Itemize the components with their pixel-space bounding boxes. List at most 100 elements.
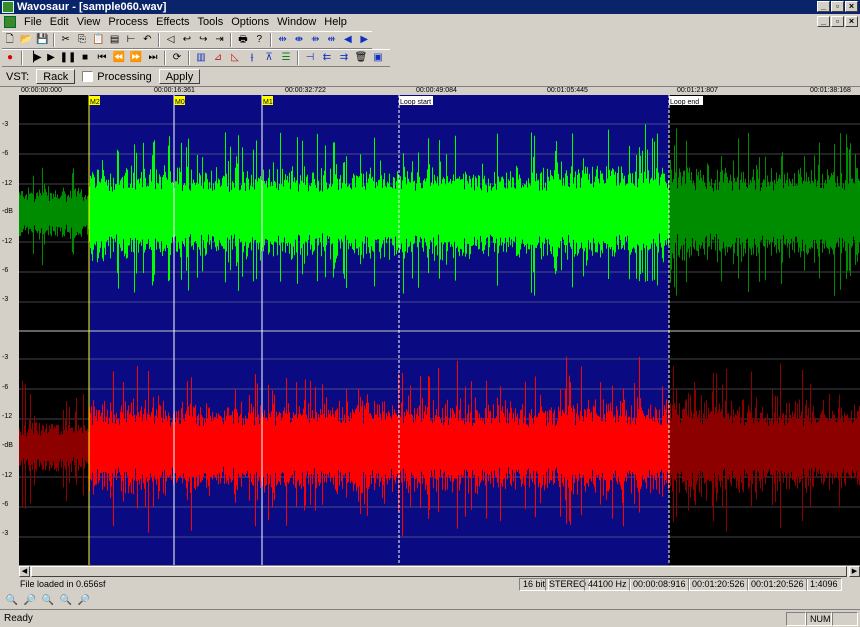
fast-forward-icon[interactable]: ⏩ — [128, 50, 144, 66]
menu-options[interactable]: Options — [227, 16, 273, 28]
menu-help[interactable]: Help — [320, 16, 351, 28]
record-icon[interactable]: ● — [2, 50, 18, 66]
toolbar-separator — [164, 51, 166, 65]
zoom-out-wave-icon[interactable]: ⇼ — [291, 32, 306, 48]
help-icon[interactable]: ? — [252, 32, 267, 48]
db-scale: -3 -6 -12 -dB -12 -6 -3 -3 -6 -12 -dB -1… — [0, 95, 19, 565]
equalizer-icon[interactable]: ☰ — [278, 50, 294, 66]
loop-icon[interactable]: ↩ — [179, 32, 194, 48]
fade-in-icon[interactable]: ⊿ — [210, 50, 226, 66]
horizontal-scrollbar[interactable]: ◀ ▶ — [19, 565, 860, 577]
toolbar-separator — [188, 51, 190, 65]
time-ruler[interactable]: 00:00:00:000 00:00:16:361 00:00:32:722 0… — [0, 86, 860, 95]
menu-tools[interactable]: Tools — [194, 16, 228, 28]
stop-icon[interactable]: ■ — [77, 50, 93, 66]
status-text: Ready — [4, 613, 33, 624]
close-button[interactable]: × — [845, 1, 858, 12]
checkbox-box[interactable] — [82, 71, 94, 82]
menu-process[interactable]: Process — [104, 16, 152, 28]
scroll-left-icon[interactable]: ◀ — [340, 32, 355, 48]
selection-start: 00:01:20:526 — [688, 578, 749, 591]
ruler-label: 00:00:49:084 — [416, 87, 457, 94]
zoom-selection-icon[interactable]: ⇻ — [308, 32, 323, 48]
menu-edit[interactable]: Edit — [46, 16, 73, 28]
doc-minimize-button[interactable]: _ — [817, 16, 830, 27]
rack-button[interactable]: Rack — [36, 69, 76, 84]
db-label: -12 — [2, 413, 13, 420]
pause-icon[interactable]: ❚❚ — [60, 50, 77, 66]
db-label: -6 — [2, 501, 9, 508]
delete-icon[interactable]: 🗑 — [353, 50, 369, 66]
print-icon[interactable]: 🖶 — [235, 32, 250, 48]
doc-restore-button[interactable]: ▫ — [831, 16, 844, 27]
processing-checkbox[interactable]: Processing — [82, 70, 152, 83]
toolbar-separator — [52, 33, 55, 47]
menu-window[interactable]: Window — [273, 16, 320, 28]
vst-bar: VST: Rack Processing Apply — [2, 68, 860, 85]
scrollbar-thumb[interactable] — [31, 566, 847, 577]
zoom-in-wave-icon[interactable]: ⇹ — [275, 32, 290, 48]
zoom-full-icon[interactable]: ⇺ — [324, 32, 339, 48]
play-icon[interactable]: ▶ — [43, 50, 59, 66]
insert-icon[interactable]: ⇥ — [212, 32, 227, 48]
scroll-right-arrow-icon[interactable]: ▶ — [849, 566, 860, 577]
new-file-icon[interactable]: 🗋 — [2, 32, 17, 48]
zoom-out-icon[interactable]: 🔎 — [22, 593, 38, 608]
play-from-start-icon[interactable]: ▕▶ — [26, 50, 42, 66]
marker-icon[interactable]: ⊣ — [302, 50, 318, 66]
go-start-icon[interactable]: ⏮ — [94, 50, 110, 66]
toolbar-separator — [21, 51, 23, 65]
zoom-vertical-out-icon[interactable]: 🔎 — [76, 593, 92, 608]
toolbar-separator — [157, 33, 160, 47]
selection-length: 00:00:08:916 — [629, 578, 690, 591]
loop-end-label: Loop end — [670, 99, 699, 106]
open-folder-icon[interactable]: 📂 — [18, 32, 33, 48]
zoom-vertical-in-icon[interactable]: 🔍 — [58, 593, 74, 608]
marker-prev-icon[interactable]: ⇇ — [319, 50, 335, 66]
zoom-horizontal-icon[interactable]: 🔍 — [40, 593, 56, 608]
marker-next-icon[interactable]: ⇉ — [336, 50, 352, 66]
normalize-icon[interactable]: ▥ — [193, 50, 209, 66]
rewind-icon[interactable]: ⏪ — [111, 50, 127, 66]
loop-play-icon[interactable]: ⟳ — [169, 50, 185, 66]
db-label: -3 — [2, 121, 9, 128]
info-bar: File loaded in 0.656sf 16 bit STEREO 441… — [0, 578, 860, 591]
vst-label: VST: — [6, 70, 30, 83]
title-bar: Wavosaur - [sample060.wav] _ ▫ × — [0, 0, 860, 14]
menu-file[interactable]: File — [20, 16, 46, 28]
zoom-level: 1:4096 — [806, 578, 842, 591]
undo-icon[interactable]: ↶ — [140, 32, 155, 48]
ruler-label: 00:01:21:807 — [677, 87, 718, 94]
maximize-button[interactable]: ▫ — [831, 1, 844, 12]
go-end-icon[interactable]: ⏭ — [145, 50, 161, 66]
marker-label-m1: M1 — [263, 99, 273, 106]
zoom-in-icon[interactable]: 🔍 — [4, 593, 20, 608]
silence-icon[interactable]: ⊼ — [261, 50, 277, 66]
toolbar-separator — [269, 33, 272, 47]
speaker-icon[interactable]: ◁ — [163, 32, 178, 48]
redo-icon[interactable]: ↪ — [196, 32, 211, 48]
scroll-left-arrow-icon[interactable]: ◀ — [19, 566, 30, 577]
zoom-toolbar: 🔍 🔎 🔍 🔍 🔎 — [4, 592, 92, 608]
apply-button[interactable]: Apply — [158, 69, 201, 84]
minimize-button[interactable]: _ — [817, 1, 830, 12]
wavosaur-app-icon[interactable] — [2, 1, 14, 13]
menu-view[interactable]: View — [73, 16, 105, 28]
ruler-label: 00:00:16:361 — [154, 87, 195, 94]
paste-mix-icon[interactable]: ▤ — [107, 32, 122, 48]
scroll-right-icon[interactable]: ▶ — [357, 32, 372, 48]
film-icon[interactable]: ▣ — [370, 50, 386, 66]
doc-close-button[interactable]: × — [845, 16, 858, 27]
fade-out-icon[interactable]: ◺ — [227, 50, 243, 66]
save-icon[interactable]: 💾 — [35, 32, 50, 48]
cut-icon[interactable]: ✂ — [58, 32, 73, 48]
menu-effects[interactable]: Effects — [152, 16, 193, 28]
marker-label-m0: M0 — [175, 99, 185, 106]
document-icon[interactable] — [4, 16, 16, 28]
processing-label: Processing — [97, 70, 152, 83]
copy-icon[interactable]: ⎘ — [74, 32, 89, 48]
split-icon[interactable]: ⫲ — [244, 50, 260, 66]
trim-icon[interactable]: ⊢ — [123, 32, 138, 48]
waveform-display[interactable]: M2 M0 M1 Loop start Loop end — [19, 95, 860, 565]
paste-icon[interactable]: 📋 — [91, 32, 106, 48]
